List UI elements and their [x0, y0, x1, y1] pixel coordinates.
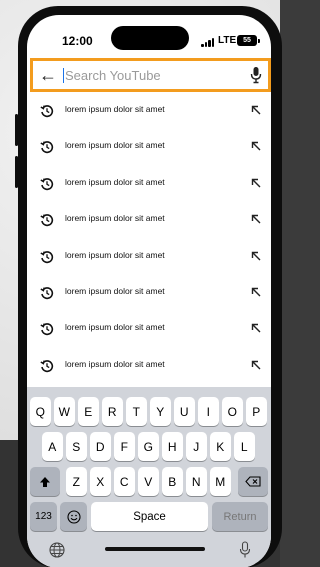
key-s[interactable]: S: [66, 432, 87, 461]
key-r[interactable]: R: [102, 397, 123, 426]
suggestion-text: lorem ipsum dolor sit amet: [65, 176, 165, 187]
key-p[interactable]: P: [246, 397, 267, 426]
microphone-icon[interactable]: [239, 541, 251, 559]
space-key[interactable]: Space: [91, 502, 208, 531]
key-x[interactable]: X: [90, 467, 111, 496]
suggestion-item[interactable]: lorem ipsum dolor sit amet: [27, 202, 271, 238]
suggestion-text: lorem ipsum dolor sit amet: [65, 358, 165, 369]
suggestion-text: lorem ipsum dolor sit amet: [65, 213, 165, 224]
suggestion-text: lorem ipsum dolor sit amet: [65, 140, 165, 151]
volume-down-button: [15, 156, 18, 188]
shift-arrow-icon: [40, 476, 50, 487]
arrow-up-left-icon[interactable]: [250, 359, 262, 371]
history-icon: [40, 214, 54, 227]
key-c[interactable]: C: [114, 467, 135, 496]
keyboard-row-1: Q W E R T Y U I O P: [27, 397, 271, 426]
key-i[interactable]: I: [198, 397, 219, 426]
arrow-up-left-icon[interactable]: [250, 213, 262, 225]
search-input[interactable]: [63, 64, 233, 86]
history-icon: [40, 178, 54, 190]
arrow-up-left-icon[interactable]: [250, 177, 262, 189]
key-b[interactable]: B: [162, 467, 183, 496]
emoji-key[interactable]: [60, 502, 87, 531]
suggestion-text: lorem ipsum dolor sit amet: [65, 249, 165, 260]
battery-level: 55: [243, 37, 251, 44]
suggestion-item[interactable]: lorem ipsum dolor sit amet: [27, 348, 271, 384]
keyboard-row-2: A S D F G H J K L: [27, 432, 271, 461]
network-label: LTE: [218, 35, 237, 46]
arrow-left-icon[interactable]: ←: [38, 64, 58, 86]
arrow-up-left-icon[interactable]: [250, 104, 262, 116]
battery-icon: 55: [237, 35, 260, 46]
key-k[interactable]: K: [210, 432, 231, 461]
suggestion-item[interactable]: lorem ipsum dolor sit amet: [27, 93, 271, 129]
key-m[interactable]: M: [210, 467, 231, 496]
home-indicator: [105, 547, 205, 551]
suggestion-item[interactable]: lorem ipsum dolor sit amet: [27, 275, 271, 311]
key-e[interactable]: E: [78, 397, 99, 426]
history-icon: [40, 323, 54, 336]
shift-key[interactable]: [30, 467, 60, 496]
suggestion-item[interactable]: lorem ipsum dolor sit amet: [27, 239, 271, 275]
emoji-icon: [66, 509, 81, 524]
key-t[interactable]: T: [126, 397, 147, 426]
key-h[interactable]: H: [162, 432, 183, 461]
key-y[interactable]: Y: [150, 397, 171, 426]
key-u[interactable]: U: [174, 397, 195, 426]
key-a[interactable]: A: [42, 432, 63, 461]
arrow-up-left-icon[interactable]: [250, 322, 262, 334]
history-icon: [40, 250, 54, 263]
suggestion-item[interactable]: lorem ipsum dolor sit amet: [27, 166, 271, 202]
suggestion-text: lorem ipsum dolor sit amet: [65, 104, 165, 114]
volume-up-button: [15, 114, 18, 146]
key-v[interactable]: V: [138, 467, 159, 496]
history-icon: [40, 287, 54, 300]
keyboard: Q W E R T Y U I O P A S D F G H J K L Z …: [27, 387, 271, 567]
suggestion-item[interactable]: lorem ipsum dolor sit amet: [27, 129, 271, 165]
key-o[interactable]: O: [222, 397, 243, 426]
numbers-key[interactable]: 123: [30, 502, 57, 531]
key-j[interactable]: J: [186, 432, 207, 461]
dynamic-island: [111, 26, 189, 50]
keyboard-row-4: 123 Space Return: [27, 502, 271, 531]
search-bar: ←: [30, 58, 271, 92]
status-time: 12:00: [62, 34, 93, 48]
microphone-icon[interactable]: [249, 66, 263, 84]
phone-frame: 12:00 LTE 55 ← Search YouTube lorem ipsu…: [15, 6, 282, 567]
status-bar: 12:00 LTE 55: [27, 15, 271, 55]
key-g[interactable]: G: [138, 432, 159, 461]
key-w[interactable]: W: [54, 397, 75, 426]
return-key[interactable]: Return: [212, 502, 268, 531]
key-n[interactable]: N: [186, 467, 207, 496]
globe-icon[interactable]: [49, 542, 65, 558]
suggestion-text: lorem ipsum dolor sit amet: [65, 322, 165, 333]
key-f[interactable]: F: [114, 432, 135, 461]
arrow-up-left-icon[interactable]: [250, 250, 262, 262]
phone-screen: 12:00 LTE 55 ← Search YouTube lorem ipsu…: [27, 15, 271, 567]
key-q[interactable]: Q: [30, 397, 51, 426]
key-z[interactable]: Z: [66, 467, 87, 496]
suggestion-text: lorem ipsum dolor sit amet: [65, 285, 165, 296]
arrow-up-left-icon[interactable]: [250, 286, 262, 298]
arrow-up-left-icon[interactable]: [250, 140, 262, 152]
history-icon: [40, 141, 54, 154]
delete-key[interactable]: [238, 467, 268, 496]
suggestion-item[interactable]: lorem ipsum dolor sit amet: [27, 311, 271, 347]
signal-icon: [201, 38, 215, 47]
key-d[interactable]: D: [90, 432, 111, 461]
suggestion-list: lorem ipsum dolor sit amet lorem ipsum d…: [27, 93, 271, 384]
key-l[interactable]: L: [234, 432, 255, 461]
history-icon: [40, 105, 54, 118]
history-icon: [40, 359, 54, 372]
keyboard-row-3: Z X C V B N M: [27, 467, 271, 496]
backspace-icon: [245, 476, 261, 487]
